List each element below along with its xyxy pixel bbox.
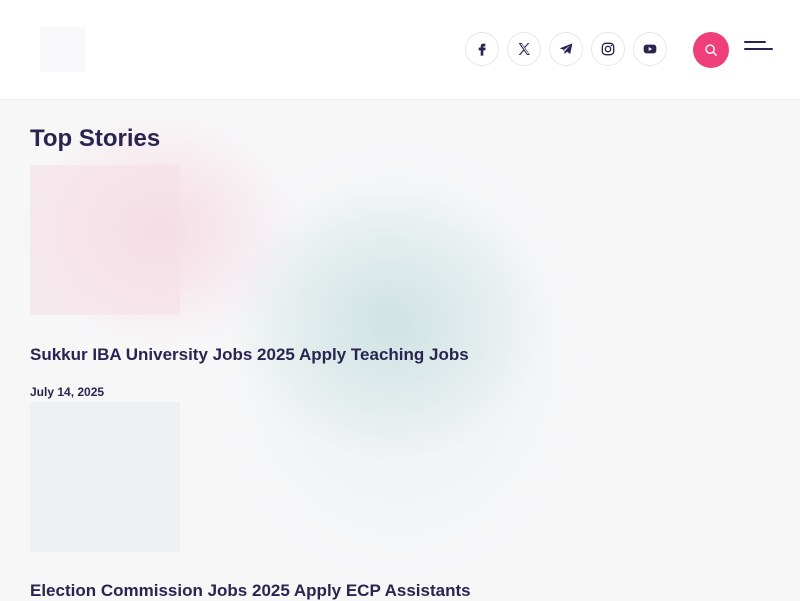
x-link[interactable] (507, 32, 541, 66)
story-title[interactable]: Sukkur IBA University Jobs 2025 Apply Te… (30, 345, 469, 365)
instagram-icon (601, 42, 615, 56)
site-logo[interactable] (40, 27, 85, 72)
facebook-icon (478, 43, 486, 56)
story-thumbnail[interactable] (30, 402, 180, 552)
main-content: Top Stories Sukkur IBA University Jobs 2… (0, 100, 800, 600)
telegram-link[interactable] (549, 32, 583, 66)
social-links (465, 32, 667, 66)
story-date: July 14, 2025 (30, 385, 105, 399)
facebook-link[interactable] (465, 32, 499, 66)
x-icon (518, 43, 530, 55)
instagram-link[interactable] (591, 32, 625, 66)
menu-bar (744, 41, 766, 43)
menu-bar (744, 48, 773, 50)
hamburger-menu-icon[interactable] (744, 41, 774, 59)
section-title: Top Stories (30, 125, 161, 152)
story-thumbnail[interactable] (30, 165, 180, 315)
telegram-icon (559, 43, 573, 54)
search-icon (705, 44, 717, 56)
site-header (0, 0, 800, 100)
story-title[interactable]: Election Commission Jobs 2025 Apply ECP … (30, 581, 471, 601)
youtube-link[interactable] (633, 32, 667, 66)
youtube-icon (643, 44, 657, 54)
search-button[interactable] (693, 32, 729, 68)
